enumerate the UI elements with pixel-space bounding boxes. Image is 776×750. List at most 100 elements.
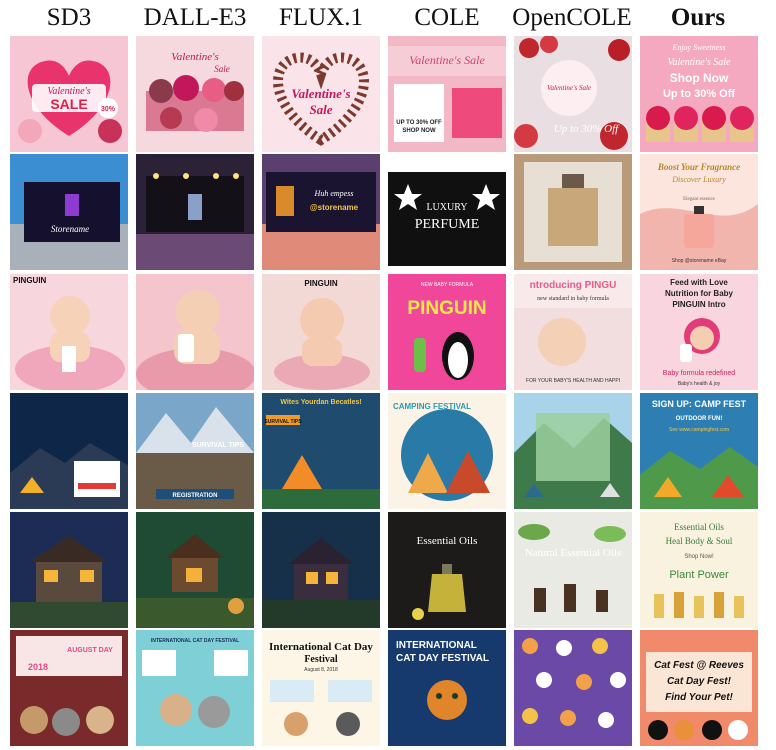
sale-text: Sale	[309, 102, 332, 117]
column-header-ours: Ours	[670, 4, 726, 31]
shop-now-text: SHOP NOW	[402, 128, 436, 134]
sale-text: SALE	[50, 96, 87, 112]
essential-oils-poster: Essential Oils	[388, 512, 506, 628]
sale-text: Sale	[214, 64, 230, 74]
festival-title: INTERNATIONAL CAT DAY FESTIVAL	[151, 638, 239, 644]
storename-text: Storename	[51, 224, 89, 234]
tile-r2-flux: PINGUIN	[262, 274, 380, 390]
headline-text: Wites Yourdan Becatles!	[280, 399, 361, 406]
find-pet-text: Find Your Pet!	[665, 692, 733, 703]
tagline-text: Enjoy Sweetness	[671, 43, 725, 52]
tagline-text: Baby formula redefined	[663, 370, 735, 377]
tile-r5-opencole	[514, 630, 632, 746]
subhead-text: Discover Luxury	[671, 175, 726, 184]
year-text: 2018	[28, 662, 48, 672]
tile-r2-cole: NEW BABY FORMULA PINGUIN	[388, 274, 506, 390]
cat-day-poster: International Cat Day Festival August 8,…	[262, 630, 380, 746]
tile-r5-dalle3: INTERNATIONAL CAT DAY FESTIVAL	[136, 630, 254, 746]
perfume-text: PERFUME	[415, 217, 480, 232]
registration-text: REGISTRATION	[173, 493, 218, 499]
forest-house-image	[136, 512, 254, 628]
tagline-text: Elegant essence	[683, 197, 716, 202]
tile-r3-dalle3: SURVIVAL TIPS REGISTRATION	[136, 393, 254, 509]
formula-label: NEW BABY FORMULA	[421, 282, 474, 288]
brand-text: PINGUIN	[407, 298, 486, 319]
baby-image: ntroducing PINGU new standard in baby fo…	[514, 274, 632, 390]
shop-text: Shop @storename eBay	[672, 258, 727, 264]
subhead-text: OUTDOOR FUN!	[676, 416, 723, 422]
tile-r0-ours: Enjoy Sweetness Valentine's Sale Shop No…	[640, 36, 758, 152]
festival-subtitle: Festival	[304, 654, 338, 665]
survival-poster: SURVIVAL TIPS REGISTRATION	[136, 393, 254, 509]
tile-r1-flux: Huh empess @storename	[262, 154, 380, 270]
shop-now-text: Shop Now!	[684, 554, 714, 560]
column-header-opencole: OpenCOLE	[512, 4, 632, 31]
column-header-sd3: SD3	[46, 4, 92, 31]
tile-r5-sd3: AUGUST DAY 2018	[10, 630, 128, 746]
tile-r0-sd3: Valentine's SALE 30%	[10, 36, 128, 152]
strawberry-cake-image: Valentine's Sale Up to 30% Off	[514, 36, 632, 152]
headline-text: Feed with Love	[670, 278, 728, 287]
ours-baby-poster: Feed with Love Nutrition for Baby PINGUI…	[640, 274, 758, 390]
essential-oils-title: Essential Oils	[417, 535, 478, 547]
footer-text: FOR YOUR BABY'S HEALTH AND HAPPI	[526, 378, 620, 384]
shop-now-text: Shop Now	[670, 71, 729, 85]
luxury-perfume-poster: LUXURY PERFUME	[388, 154, 506, 270]
baby-image: PINGUIN	[10, 274, 128, 390]
headline-text: Boost Your Fragrance	[657, 162, 740, 172]
oils-leaves-image: Natural Essential Oils	[514, 512, 632, 628]
ours-perfume-poster: Boost Your Fragrance Discover Luxury Ele…	[640, 154, 758, 270]
tile-r1-ours: Boost Your Fragrance Discover Luxury Ele…	[640, 154, 758, 270]
cat-infographic-image: INTERNATIONAL CAT DAY FESTIVAL	[136, 630, 254, 746]
survival-tips-text: SURVIVAL TIPS	[192, 442, 244, 449]
subhead-text: Cat Day Fest!	[667, 676, 732, 687]
festival-title: International Cat Day	[269, 641, 373, 653]
subhead-text: Nutrition for Baby	[665, 289, 734, 298]
ours-valentine-poster: Enjoy Sweetness Valentine's Sale Shop No…	[640, 36, 758, 152]
valentine-title: Valentine's Sale	[668, 57, 732, 68]
cupcake-scene-image: Valentine's Sale	[136, 36, 254, 152]
camping-festival-poster: CAMPING FESTIVAL	[388, 393, 506, 509]
tile-r3-ours: SIGN UP: CAMP FEST OUTDOOR FUN! See www.…	[640, 393, 758, 509]
column-header-dalle3: DALL-E3	[143, 4, 247, 31]
tile-r0-dalle3: Valentine's Sale	[136, 36, 254, 152]
headline-text: ntroducing PINGU	[530, 280, 617, 291]
luxury-text: LUXURY	[426, 202, 467, 213]
tile-r4-ours: Essential Oils Heal Body & Soul Shop Now…	[640, 512, 758, 628]
discount-badge: 30%	[101, 106, 116, 113]
cat-day-festival-poster: INTERNATIONAL CAT DAY FESTIVAL	[388, 630, 506, 746]
essential-oils-title: Essential Oils	[674, 522, 724, 532]
camp-poster: Wites Yourdan Becatles! SURVIVAL TIPS	[262, 393, 380, 509]
website-text: See www.campingfest.com	[669, 427, 729, 433]
brand-text: PINGUIN Intro	[672, 300, 725, 309]
survival-tips-text: SURVIVAL TIPS	[264, 419, 302, 425]
chocolate-heart-image: Valentine's Sale	[262, 36, 380, 152]
valentine-title: Valentine's	[291, 86, 350, 101]
tile-r2-opencole: ntroducing PINGU new standard in baby fo…	[514, 274, 632, 390]
tile-r5-ours: Cat Fest @ Reeves Cat Day Fest! Find You…	[640, 630, 758, 746]
valentine-title: Valentine's	[171, 51, 219, 63]
ours-cat-poster: Cat Fest @ Reeves Cat Day Fest! Find You…	[640, 630, 758, 746]
brand-text: PINGUIN	[13, 276, 47, 285]
discount-text: Up to 30% Off	[663, 88, 735, 100]
valentine-title: Valentine's Sale	[409, 53, 485, 67]
essential-oils-title: Natural Essential Oils	[525, 547, 622, 559]
cottage-image	[10, 512, 128, 628]
discount-text: Up to 30% Off	[554, 123, 620, 135]
subhead-text: new standard in baby formula	[537, 295, 609, 302]
tile-r0-opencole: Valentine's Sale Up to 30% Off	[514, 36, 632, 152]
tile-r3-sd3	[10, 393, 128, 509]
tile-r2-ours: Feed with Love Nutrition for Baby PINGUI…	[640, 274, 758, 390]
tile-r5-cole: INTERNATIONAL CAT DAY FESTIVAL	[388, 630, 506, 746]
baby-image: PINGUIN	[262, 274, 380, 390]
column-header-cole: COLE	[414, 4, 480, 31]
festival-title: CAMPING FESTIVAL	[393, 402, 471, 411]
ours-oils-poster: Essential Oils Heal Body & Soul Shop Now…	[640, 512, 758, 628]
footer-text: Baby's health & joy	[678, 381, 721, 387]
billboard-text: Huh empess	[314, 189, 354, 198]
festival-title: AUGUST DAY	[67, 647, 113, 654]
valentine-layout-image: Valentine's Sale UP TO 30% OFF SHOP NOW	[388, 36, 506, 152]
date-text: August 8, 2018	[304, 667, 338, 673]
forest-house-image	[262, 512, 380, 628]
tile-r0-flux: Valentine's Sale	[262, 36, 380, 152]
